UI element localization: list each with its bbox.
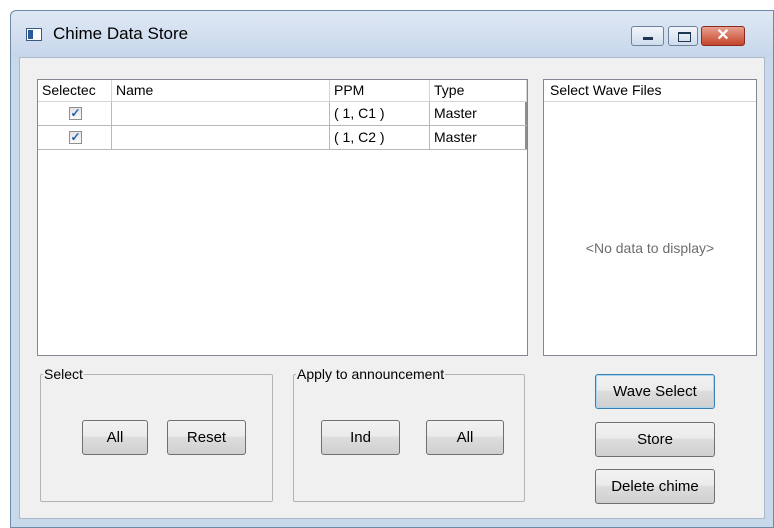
grid-header: Selectec Name PPM Type <box>38 80 527 102</box>
client-area: Selectec Name PPM Type ✓ ( 1, C1 ) Maste… <box>19 57 765 519</box>
app-icon <box>26 28 42 41</box>
column-header-name[interactable]: Name <box>112 80 330 101</box>
select-group-label: Select <box>43 365 84 383</box>
column-header-selected[interactable]: Selectec <box>38 80 112 101</box>
selected-checkbox[interactable]: ✓ <box>69 131 82 144</box>
no-data-message: <No data to display> <box>585 240 715 256</box>
type-cell[interactable]: Master <box>430 126 527 149</box>
wave-select-button[interactable]: Wave Select <box>595 374 715 409</box>
maximize-button[interactable] <box>668 26 698 46</box>
column-header-ppm[interactable]: PPM <box>330 80 430 101</box>
apply-group-label: Apply to announcement <box>296 365 446 383</box>
column-header-type[interactable]: Type <box>430 80 527 101</box>
close-button[interactable]: ✕ <box>701 26 745 46</box>
table-row[interactable]: ✓ ( 1, C2 ) Master <box>38 126 527 150</box>
minimize-icon <box>643 37 653 40</box>
select-group: Select All Reset <box>40 365 273 502</box>
reset-button[interactable]: Reset <box>167 420 246 455</box>
ppm-cell[interactable]: ( 1, C1 ) <box>330 102 430 125</box>
apply-to-announcement-group: Apply to announcement Ind All <box>293 365 525 502</box>
chime-data-store-window: Chime Data Store ✕ Selectec Name PPM Typ… <box>10 10 774 528</box>
select-all-button[interactable]: All <box>82 420 148 455</box>
table-row[interactable]: ✓ ( 1, C1 ) Master <box>38 102 527 126</box>
selected-checkbox[interactable]: ✓ <box>69 107 82 120</box>
wave-files-header: Select Wave Files <box>544 80 756 102</box>
apply-all-button[interactable]: All <box>426 420 504 455</box>
name-cell[interactable] <box>112 126 330 149</box>
close-icon: ✕ <box>716 27 730 44</box>
window-title: Chime Data Store <box>53 24 189 43</box>
title-bar[interactable]: Chime Data Store ✕ <box>11 11 773 57</box>
selected-cell: ✓ <box>38 126 112 149</box>
selected-cell: ✓ <box>38 102 112 125</box>
wave-files-panel[interactable]: Select Wave Files <No data to display> <box>543 79 757 356</box>
minimize-button[interactable] <box>631 26 664 46</box>
apply-ind-button[interactable]: Ind <box>321 420 400 455</box>
type-cell[interactable]: Master <box>430 102 527 125</box>
name-cell[interactable] <box>112 102 330 125</box>
delete-chime-button[interactable]: Delete chime <box>595 469 715 504</box>
chime-grid[interactable]: Selectec Name PPM Type ✓ ( 1, C1 ) Maste… <box>37 79 528 356</box>
ppm-cell[interactable]: ( 1, C2 ) <box>330 126 430 149</box>
store-button[interactable]: Store <box>595 422 715 457</box>
maximize-icon <box>678 32 691 42</box>
